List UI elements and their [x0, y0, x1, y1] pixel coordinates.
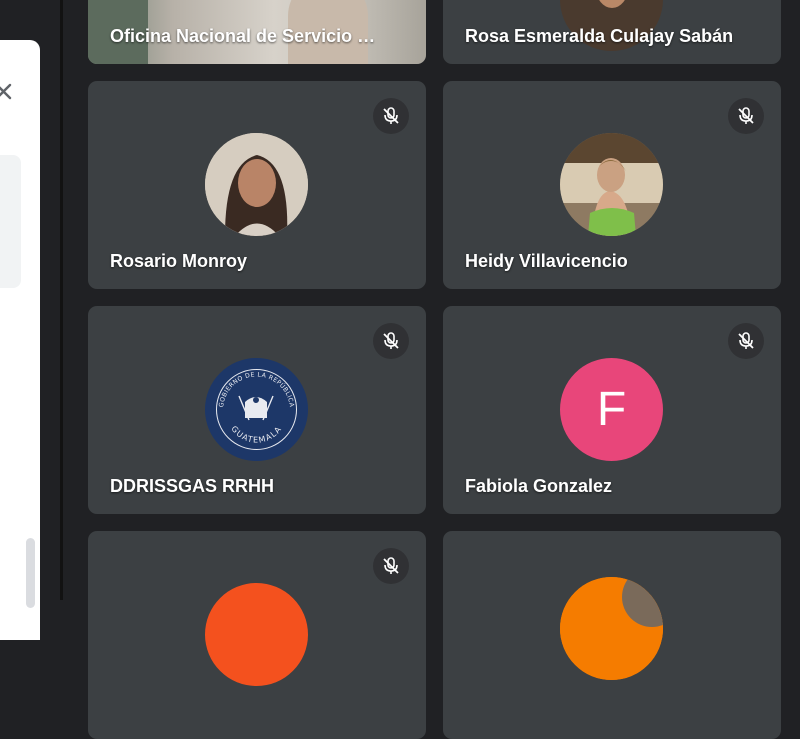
participant-tile[interactable] [88, 531, 426, 739]
participant-tile[interactable]: Rosario Monroy [88, 81, 426, 289]
mic-off-icon [373, 323, 409, 359]
participant-tile[interactable]: GOBIERNO DE LA REPÚBLICA GUATEMALA DDRIS… [88, 306, 426, 514]
side-panel-scrollbar[interactable] [26, 538, 35, 608]
participant-name: DDRISSGAS RRHH [110, 476, 275, 496]
participant-tile[interactable]: Heidy Villavicencio [443, 81, 781, 289]
participant-name: Rosario Monroy [110, 251, 248, 271]
side-panel [0, 40, 40, 640]
participant-tile[interactable]: Rosa Esmeralda Culajay Sabán [443, 0, 781, 64]
mic-off-icon [373, 98, 409, 134]
participant-name: Fabiola Gonzalez [465, 476, 613, 496]
participant-name: Heidy Villavicencio [465, 251, 628, 271]
mic-off-icon [373, 548, 409, 584]
participant-tile[interactable] [443, 531, 781, 739]
government-seal-logo: GOBIERNO DE LA REPÚBLICA GUATEMALA [205, 358, 308, 461]
close-icon[interactable] [0, 82, 14, 102]
participant-avatar [560, 133, 663, 236]
participant-avatar [205, 133, 308, 236]
panel-divider [60, 0, 63, 600]
mic-off-icon [728, 98, 764, 134]
participant-avatar-letter: F [560, 358, 663, 461]
participant-tile[interactable]: Oficina Nacional de Servicio … [88, 0, 426, 64]
participant-name: Rosa Esmeralda Culajay Sabán [465, 26, 734, 46]
participant-avatar [205, 583, 308, 686]
side-panel-card [0, 155, 21, 288]
participant-tile[interactable]: F Fabiola Gonzalez [443, 306, 781, 514]
participant-avatar [560, 577, 663, 680]
participant-name: Oficina Nacional de Servicio … [110, 26, 376, 46]
mic-off-icon [728, 323, 764, 359]
